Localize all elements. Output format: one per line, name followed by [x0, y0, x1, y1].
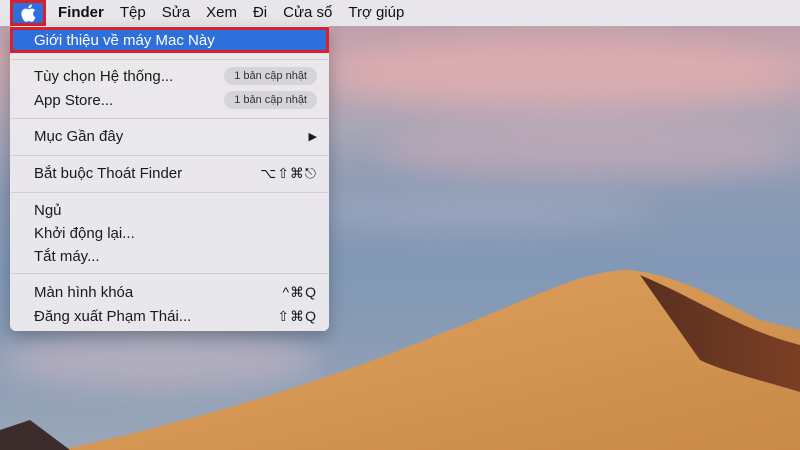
menu-item-shut-down[interactable]: Tắt máy...: [10, 245, 329, 267]
menubar-view[interactable]: Xem: [198, 0, 245, 26]
menu-separator: [11, 155, 328, 156]
menu-item-label: Tùy chọn Hệ thống...: [34, 67, 174, 85]
menu-item-force-quit[interactable]: Bắt buộc Thoát Finder ⌥⇧⌘⎋: [10, 162, 329, 184]
menubar-finder[interactable]: Finder: [46, 0, 112, 26]
menu-separator: [11, 59, 328, 60]
menu-item-recent-items[interactable]: Mục Gần đây ▶: [10, 125, 329, 147]
keyboard-shortcut: ⌥⇧⌘⎋: [260, 164, 317, 181]
menu-separator: [11, 118, 328, 119]
menu-item-label: Bắt buộc Thoát Finder: [34, 164, 183, 182]
menu-item-label: Tắt máy...: [34, 247, 100, 265]
menu-item-label: Giới thiệu về máy Mac Này: [34, 31, 215, 49]
menu-item-label: Đăng xuất Phạm Thái...: [34, 307, 192, 325]
menu-bar: Finder Tệp Sửa Xem Đi Cửa sổ Trợ giúp: [0, 0, 800, 26]
apple-menu-button[interactable]: [10, 0, 46, 26]
menu-item-system-preferences[interactable]: Tùy chọn Hệ thống... 1 bản cập nhật: [10, 65, 329, 87]
menu-item-label: Mục Gần đây: [34, 127, 124, 145]
menu-separator: [11, 192, 328, 193]
menu-item-lock-screen[interactable]: Màn hình khóa ^⌘Q: [10, 281, 329, 303]
update-badge: 1 bản cập nhật: [224, 67, 317, 85]
menubar-help[interactable]: Trợ giúp: [340, 0, 412, 26]
menu-separator: [11, 273, 328, 274]
menu-item-label: Khởi động lại...: [34, 224, 135, 242]
menu-item-about-this-mac[interactable]: Giới thiệu về máy Mac Này: [10, 27, 329, 53]
menubar-go[interactable]: Đi: [245, 0, 275, 26]
update-badge: 1 bản cập nhật: [224, 91, 317, 109]
apple-logo-icon: [20, 4, 36, 22]
menu-item-label: Ngủ: [34, 201, 62, 219]
menu-item-app-store[interactable]: App Store... 1 bản cập nhật: [10, 89, 329, 111]
menubar-file[interactable]: Tệp: [112, 0, 154, 26]
menu-item-sleep[interactable]: Ngủ: [10, 199, 329, 221]
menu-item-restart[interactable]: Khởi động lại...: [10, 222, 329, 244]
menubar-edit[interactable]: Sửa: [154, 0, 198, 26]
menu-item-label: App Store...: [34, 91, 114, 109]
menu-item-label: Màn hình khóa: [34, 283, 134, 301]
menubar-window[interactable]: Cửa sổ: [275, 0, 340, 26]
triangle-right-icon: ▶: [308, 130, 317, 143]
apple-dropdown-menu: Giới thiệu về máy Mac Này Tùy chọn Hệ th…: [10, 26, 329, 331]
keyboard-shortcut: ^⌘Q: [282, 283, 317, 300]
keyboard-shortcut: ⇧⌘Q: [277, 307, 317, 324]
menu-item-log-out[interactable]: Đăng xuất Phạm Thái... ⇧⌘Q: [10, 305, 329, 327]
